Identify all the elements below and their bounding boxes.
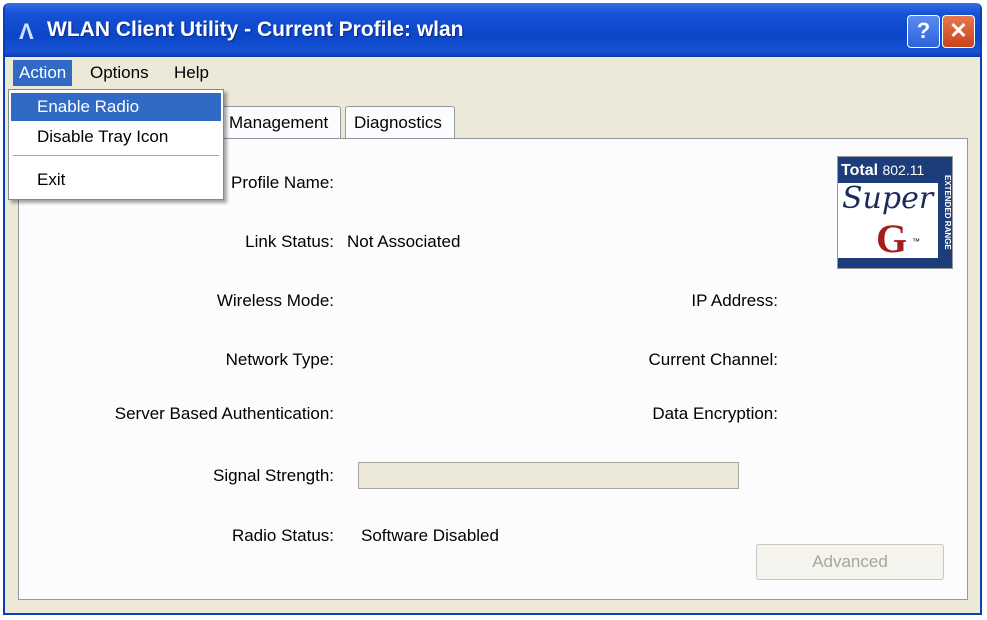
menu-help[interactable]: Help: [168, 60, 215, 86]
logo-tm-text: ™: [912, 237, 920, 246]
close-icon: ✕: [949, 18, 968, 43]
logo-extended-range-text: EXTENDED RANGE: [938, 157, 952, 268]
ip-address-label: IP Address:: [691, 291, 778, 310]
signal-strength-bar: [358, 462, 739, 489]
menu-item-disable-tray-icon[interactable]: Disable Tray Icon: [11, 123, 221, 151]
logo-super-text: Super: [842, 181, 934, 216]
radio-status-value: Software Disabled: [361, 526, 499, 545]
total-80211-super-g-logo: Total 802.11 Super G ™ EXTENDED RANGE: [837, 156, 953, 269]
advanced-button[interactable]: Advanced: [756, 544, 944, 580]
menu-options[interactable]: Options: [84, 60, 155, 86]
menu-action[interactable]: Action: [13, 60, 73, 86]
server-auth-label: Server Based Authentication:: [114, 404, 334, 423]
wireless-mode-label: Wireless Mode:: [216, 291, 334, 310]
radio-status-label: Radio Status:: [231, 526, 334, 545]
logo-g-text: G: [876, 216, 908, 261]
signal-strength-label: Signal Strength:: [213, 466, 334, 485]
logo-standard-text: 802.11: [882, 162, 925, 178]
logo-total-text: Total: [841, 162, 879, 179]
current-channel-label: Current Channel:: [648, 350, 778, 369]
menu-item-exit[interactable]: Exit: [11, 166, 221, 194]
wlan-app-icon: Λ: [19, 19, 34, 44]
window-title: WLAN Client Utility - Current Profile: w…: [47, 18, 464, 41]
data-encryption-label: Data Encryption:: [652, 404, 778, 423]
tab-diagnostics[interactable]: Diagnostics: [345, 106, 455, 140]
menu-separator: [13, 155, 219, 156]
tab-management[interactable]: Management: [219, 106, 341, 140]
close-button[interactable]: ✕: [942, 15, 975, 48]
network-type-label: Network Type:: [225, 350, 334, 369]
link-status-label: Link Status:: [245, 232, 334, 251]
link-status-value: Not Associated: [347, 232, 461, 251]
action-dropdown-menu: Enable Radio Disable Tray Icon Exit: [8, 89, 224, 200]
title-bar[interactable]: Λ WLAN Client Utility - Current Profile:…: [5, 3, 980, 57]
help-button[interactable]: ?: [907, 15, 940, 48]
profile-name-label: Profile Name:: [231, 173, 334, 192]
question-icon: ?: [916, 18, 931, 43]
menu-item-enable-radio[interactable]: Enable Radio: [11, 93, 221, 121]
menu-bar: Action Options Help: [5, 57, 980, 89]
